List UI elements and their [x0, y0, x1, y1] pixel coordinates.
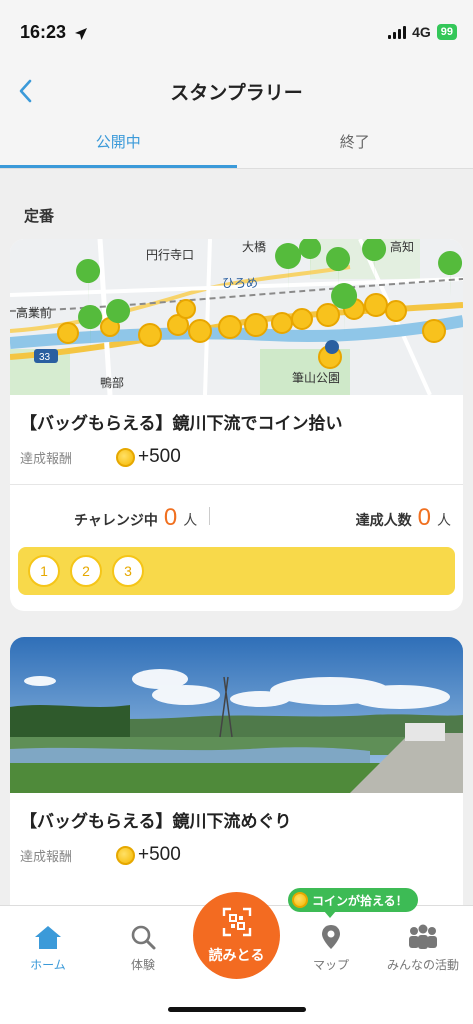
challenge-stat: チャレンジ中 0 人 [74, 504, 211, 532]
tab-activity-label: みんなの活動 [386, 958, 459, 972]
map-label-top: 高知 [390, 239, 414, 254]
reward-row: 達成報酬 +500 [10, 832, 463, 866]
map-label-top2: 大橋 [242, 240, 266, 254]
card-title: 【バッグもらえる】鏡川下流めぐり [20, 812, 292, 832]
tab-map[interactable]: マップ [286, 922, 376, 973]
search-icon [98, 922, 188, 952]
map-label-left: 高業前 [16, 305, 52, 320]
header: スタンプラリー [0, 64, 473, 118]
challenge-label: チャレンジ中 [74, 513, 158, 529]
content-scroll[interactable]: 定番 円行寺口 ひろめ 筆山公園 鴨部 高業前 高知 大橋 33 【バッグもらえ… [0, 169, 473, 905]
coin-bubble: コインが拾える！ [288, 888, 418, 918]
map-label-station: 円行寺口 [146, 248, 194, 262]
coin-bubble-text: コインが拾える！ [312, 893, 408, 908]
scan-button[interactable]: 読みとる [193, 892, 280, 979]
status-bar: 16:23 4G 99 [0, 0, 473, 64]
tab-open[interactable]: 公開中 [0, 118, 237, 168]
stats-row: チャレンジ中 0 人 達成人数 0 人 [10, 485, 463, 537]
scan-label: 読みとる [208, 947, 265, 964]
stamp-step[interactable]: 2 [70, 555, 102, 587]
river-photo [10, 637, 463, 793]
reward-value: +500 [138, 446, 181, 467]
home-icon [3, 922, 93, 952]
signal-icon [388, 25, 407, 39]
tab-home[interactable]: ホーム [3, 922, 93, 973]
map-illustration: 円行寺口 ひろめ 筆山公園 鴨部 高業前 高知 大橋 33 [10, 239, 463, 395]
stat-separator [209, 507, 211, 525]
map-label-district: 鴨部 [100, 375, 124, 390]
section-title: 定番 [24, 207, 55, 225]
tab-map-label: マップ [312, 958, 349, 972]
reward-label: 達成報酬 [20, 451, 73, 467]
achieved-count: 0 [417, 504, 431, 531]
stamp-rally-card[interactable]: 円行寺口 ひろめ 筆山公園 鴨部 高業前 高知 大橋 33 【バッグもらえる】鏡… [10, 239, 463, 611]
coin-icon [116, 447, 135, 467]
people-icon [378, 922, 468, 952]
map-pin-icon [286, 922, 376, 952]
map-label-park: 筆山公園 [292, 371, 340, 385]
stamp-step[interactable]: 3 [112, 555, 144, 587]
reward-row: 達成報酬 +500 [10, 434, 463, 468]
status-indicators: 4G 99 [388, 24, 457, 40]
map-label-area: ひろめ [222, 276, 258, 290]
tab-ended[interactable]: 終了 [237, 118, 473, 168]
reward-label: 達成報酬 [20, 849, 73, 865]
tab-home-label: ホーム [30, 958, 66, 972]
challenge-unit: 人 [183, 513, 198, 529]
page-title: スタンプラリー [170, 82, 303, 104]
coin-icon [292, 892, 308, 908]
achieved-stat: 達成人数 0 人 [356, 504, 451, 532]
card-title: 【バッグもらえる】鏡川下流でコイン拾い [20, 414, 343, 434]
coin-icon [116, 845, 135, 865]
scan-icon [222, 907, 252, 941]
stamp-rally-card[interactable]: 【バッグもらえる】鏡川下流めぐり 達成報酬 +500 [10, 637, 463, 905]
map-route-number: 33 [39, 352, 51, 363]
status-time: 16:23 [20, 22, 67, 42]
stamp-progress-bar: 1 2 3 [18, 547, 455, 595]
achieved-label: 達成人数 [355, 513, 412, 529]
location-arrow-icon [74, 26, 88, 45]
tab-experience[interactable]: 体験 [98, 922, 188, 973]
home-indicator [168, 1007, 306, 1012]
map-image: 円行寺口 ひろめ 筆山公園 鴨部 高業前 高知 大橋 33 [10, 239, 463, 395]
stamp-step[interactable]: 1 [28, 555, 60, 587]
reward-value: +500 [138, 844, 181, 865]
bottom-tab-bar: ホーム 体験 読みとる コインが拾える！ マップ みんなの活動 [0, 888, 473, 1024]
river-photo-illustration [10, 637, 463, 793]
tab-bar-top: 公開中 終了 [0, 118, 473, 168]
tab-activity[interactable]: みんなの活動 [378, 922, 468, 973]
battery-icon: 99 [436, 24, 457, 40]
tab-experience-label: 体験 [130, 958, 155, 972]
network-type: 4G [412, 24, 431, 40]
achieved-unit: 人 [437, 513, 451, 529]
challenge-count: 0 [163, 504, 178, 531]
